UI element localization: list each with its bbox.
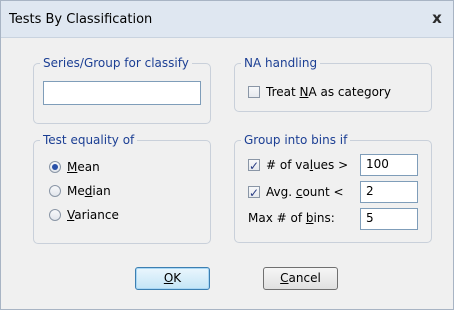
title-bar: Tests By Classification x (1, 1, 453, 38)
avg-count-checkbox[interactable]: ✓ (248, 186, 260, 200)
na-handling-legend: NA handling (241, 56, 321, 70)
checkmark-icon: ✓ (249, 186, 260, 200)
dialog-body: Series/Group for classify NA handling Tr… (1, 38, 453, 309)
avg-count-input[interactable]: 2 (360, 181, 418, 203)
bins-groupbox: Group into bins if ✓ # of values > 100 ✓… (234, 133, 432, 243)
close-icon[interactable]: x (429, 10, 445, 26)
series-group-groupbox: Series/Group for classify (33, 56, 211, 124)
checkmark-icon: ✓ (249, 159, 260, 173)
max-bins-input[interactable]: 5 (360, 208, 418, 230)
treat-na-label: Treat NA as category (266, 85, 391, 99)
test-equality-groupbox: Test equality of Mean Median Variance (33, 133, 211, 244)
mean-label: Mean (67, 160, 100, 174)
num-values-checkbox[interactable]: ✓ (248, 159, 260, 173)
window-title: Tests By Classification (9, 12, 153, 27)
max-bins-row: Max # of bins: (248, 209, 335, 227)
max-bins-label: Max # of bins: (248, 211, 335, 225)
na-handling-groupbox: NA handling Treat NA as category (234, 56, 432, 112)
variance-radio[interactable] (49, 209, 61, 221)
test-equality-legend: Test equality of (40, 133, 138, 147)
series-group-input[interactable] (43, 81, 201, 105)
avg-count-label: Avg. count < (266, 185, 344, 199)
num-values-label: # of values > (266, 158, 349, 172)
ok-button[interactable]: OK (135, 267, 210, 290)
tests-by-classification-dialog: Tests By Classification x Series/Group f… (0, 0, 454, 310)
median-label: Median (67, 184, 111, 198)
mean-radio[interactable] (49, 161, 61, 173)
median-radio[interactable] (49, 185, 61, 197)
series-group-legend: Series/Group for classify (40, 56, 192, 70)
num-values-input[interactable]: 100 (360, 154, 418, 176)
radio-selected-dot-icon (52, 164, 58, 170)
variance-label: Variance (67, 208, 119, 222)
bins-legend: Group into bins if (241, 133, 351, 147)
treat-na-checkbox-row[interactable]: Treat NA as category (248, 83, 423, 101)
cancel-button[interactable]: Cancel (263, 267, 338, 290)
treat-na-checkbox[interactable] (248, 86, 260, 98)
